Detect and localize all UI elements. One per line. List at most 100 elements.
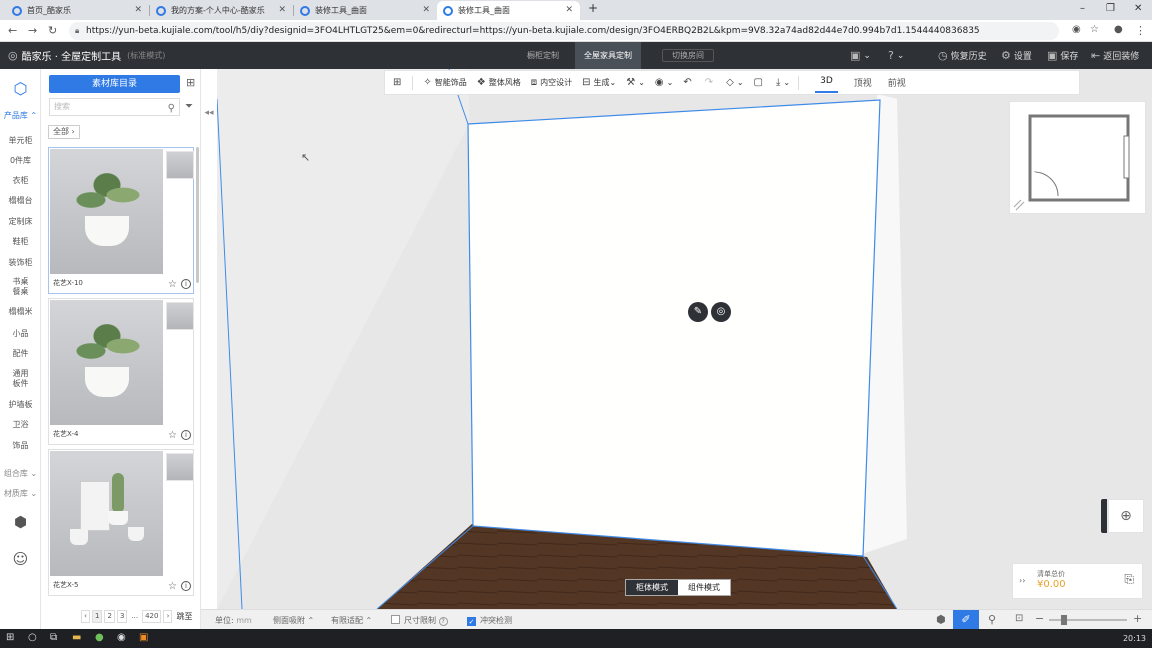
- catalog-directory-button[interactable]: 素材库目录: [49, 75, 180, 93]
- file-explorer-icon[interactable]: ▬: [72, 632, 81, 643]
- rail-category[interactable]: 装饰柜: [0, 258, 41, 268]
- collapse-panel-button[interactable]: ◂◂: [201, 104, 217, 122]
- cabinet-mode-button[interactable]: 柜体模式: [626, 580, 678, 595]
- rail-category[interactable]: 鞋柜: [0, 237, 41, 247]
- close-icon[interactable]: ✕: [565, 5, 573, 15]
- export-dropdown[interactable]: ⤓ ⌄: [776, 77, 790, 88]
- rail-category[interactable]: 配件: [0, 349, 41, 359]
- checkbox-checked[interactable]: ✓: [467, 617, 476, 626]
- component-mode-button[interactable]: 组件模式: [678, 580, 730, 595]
- side-snap-dropdown[interactable]: 侧面吸附 ⌃: [273, 615, 314, 626]
- rail-category[interactable]: 单元柜: [0, 136, 41, 146]
- product-thumbnail[interactable]: [166, 151, 194, 179]
- browser-tab-tool-2[interactable]: 装修工具_曲面 ✕: [437, 1, 580, 20]
- zoom-slider-handle[interactable]: [1061, 615, 1067, 625]
- browser-menu-icon[interactable]: ⋮: [1135, 24, 1146, 37]
- save-button[interactable]: ▣ 保存: [1047, 49, 1078, 62]
- rail-product-lib[interactable]: 产品库 ⌃: [0, 111, 41, 121]
- windows-start-icon[interactable]: ⊞: [6, 632, 14, 643]
- app-icon[interactable]: ▣: [139, 632, 148, 643]
- browser-tab-my-plans[interactable]: 我的方案-个人中心-酷家乐 ✕: [150, 1, 293, 20]
- zoom-in-icon[interactable]: +: [1133, 612, 1142, 625]
- new-tab-button[interactable]: +: [588, 1, 598, 15]
- product-thumbnail[interactable]: [166, 453, 194, 481]
- rail-combo-lib[interactable]: 组合库 ⌄: [0, 469, 41, 479]
- favorite-star-icon[interactable]: ☆: [168, 279, 177, 290]
- download-list-icon[interactable]: ⎘: [1124, 572, 1134, 587]
- page-button[interactable]: 1: [92, 609, 103, 623]
- side-panel-handle[interactable]: [1101, 499, 1107, 533]
- product-card[interactable]: 花艺X-10 ☆ i: [48, 147, 194, 294]
- browser-app-icon[interactable]: ●: [95, 632, 104, 643]
- product-thumbnail[interactable]: [166, 302, 194, 330]
- all-filter-tag[interactable]: 全部 ›: [48, 125, 80, 139]
- filter-icon[interactable]: ⏷: [185, 101, 193, 112]
- brush-tool-button[interactable]: ✐: [953, 610, 979, 630]
- cabinet-view-button[interactable]: ▢: [754, 77, 766, 88]
- switch-room-button[interactable]: 切换房间: [662, 49, 714, 62]
- rail-category[interactable]: 榻榻台: [0, 196, 41, 206]
- minimize-icon[interactable]: –: [1080, 3, 1085, 14]
- expand-icon[interactable]: ››: [1019, 576, 1025, 585]
- history-button[interactable]: ◷ 恢复历史: [938, 49, 987, 62]
- nav-whole-house[interactable]: 全屋家具定制: [575, 42, 641, 69]
- tools-dropdown[interactable]: ⚒ ⌄: [626, 77, 645, 88]
- limited-fit-dropdown[interactable]: 有限适配 ⌃: [331, 615, 372, 626]
- task-view-icon[interactable]: ⧉: [50, 632, 57, 643]
- settings-button[interactable]: ⚙ 设置: [1001, 49, 1032, 62]
- layout-icon[interactable]: ⊞: [186, 76, 195, 89]
- checkbox[interactable]: [391, 615, 400, 624]
- rail-category[interactable]: 0件库: [0, 156, 41, 166]
- page-button[interactable]: 2: [104, 609, 115, 623]
- search-input[interactable]: 搜索 ⚲: [49, 98, 180, 116]
- view-front-tab[interactable]: 前视: [888, 76, 906, 89]
- size-limit-checkbox[interactable]: 尺寸限制 ?: [391, 615, 448, 626]
- favorite-star-icon[interactable]: ☆: [168, 430, 177, 441]
- back-icon[interactable]: ←: [8, 24, 17, 37]
- reload-icon[interactable]: ↻: [48, 24, 57, 37]
- floorplan-minimap[interactable]: [1009, 101, 1146, 214]
- rail-category[interactable]: 衣柜: [0, 176, 41, 186]
- eraser-dropdown[interactable]: ◇ ⌄: [726, 77, 743, 88]
- view-3d-tab[interactable]: 3D: [815, 72, 838, 93]
- cube-settings-icon[interactable]: ⬢: [0, 514, 41, 530]
- cube-view-icon[interactable]: ⬢: [936, 613, 946, 626]
- search-circle-icon[interactable]: ○: [28, 632, 37, 643]
- save-dropdown[interactable]: ▣ ⌄: [850, 49, 871, 62]
- collision-checkbox[interactable]: ✓ 冲突检测: [467, 615, 512, 626]
- browser-tab-home[interactable]: 首页_酷家乐 ✕: [6, 1, 149, 20]
- product-card[interactable]: 花艺X-4 ☆ i: [48, 298, 194, 445]
- visibility-dropdown[interactable]: ◉ ⌄: [655, 77, 673, 88]
- next-page-button[interactable]: ›: [163, 609, 173, 623]
- rail-category[interactable]: 护墙板: [0, 400, 41, 410]
- generate-dropdown[interactable]: ⊟ 生成 ⌄: [582, 77, 616, 88]
- rail-category[interactable]: 书桌 餐桌: [0, 277, 41, 297]
- product-cube-icon[interactable]: ⬡: [0, 81, 41, 97]
- close-window-icon[interactable]: ✕: [1134, 3, 1142, 14]
- page-button[interactable]: 3: [116, 609, 128, 623]
- rail-category[interactable]: 定制床: [0, 217, 41, 227]
- forward-icon[interactable]: →: [28, 24, 37, 37]
- product-card[interactable]: 花艺X-5 ☆ i: [48, 449, 194, 596]
- interior-design-button[interactable]: ⧈ 内空设计: [531, 77, 572, 88]
- mic-icon[interactable]: ⚲: [988, 613, 996, 626]
- info-icon[interactable]: i: [181, 430, 191, 440]
- overall-style-button[interactable]: ❖ 整体风格: [477, 77, 521, 88]
- nav-cabinet[interactable]: 橱柜定制: [518, 42, 568, 69]
- chrome-icon[interactable]: ◉: [117, 632, 126, 643]
- bookmark-star-icon[interactable]: ☆: [1090, 24, 1099, 35]
- rail-category[interactable]: 卫浴: [0, 420, 41, 430]
- close-icon[interactable]: ✕: [278, 5, 286, 15]
- fit-screen-icon[interactable]: ⊡: [1015, 613, 1023, 624]
- room-layout-button[interactable]: ⊞: [393, 77, 404, 88]
- close-icon[interactable]: ✕: [134, 5, 142, 15]
- info-icon[interactable]: i: [181, 279, 191, 289]
- favorite-star-icon[interactable]: ☆: [168, 581, 177, 592]
- panel-scrollbar[interactable]: [196, 147, 199, 283]
- rail-category[interactable]: 通用 板件: [0, 369, 41, 389]
- rail-category[interactable]: 饰品: [0, 441, 41, 451]
- design-canvas[interactable]: ↖ ⊞ ✧ 智能饰品 ❖ 整体风格 ⧈ 内空设计 ⊟ 生成 ⌄ ⚒ ⌄ ◉ ⌄ ↶ ↷ ◇ ⌄…: [217, 69, 1152, 609]
- smart-decor-button[interactable]: ✧ 智能饰品: [423, 77, 466, 88]
- zoom-out-icon[interactable]: −: [1035, 612, 1044, 625]
- profile-icon[interactable]: ●: [1114, 24, 1123, 35]
